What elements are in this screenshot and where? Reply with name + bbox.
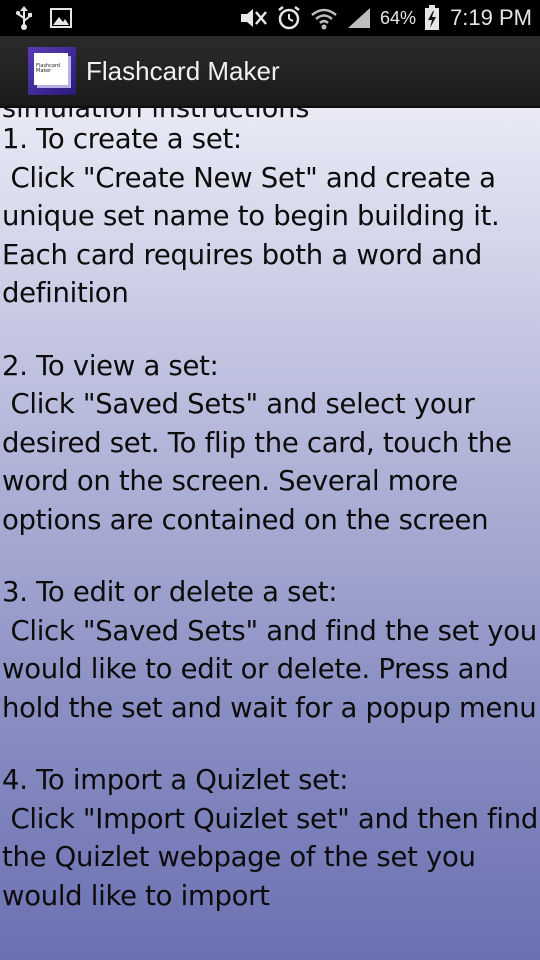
step-heading: 4. To import a Quizlet set: [2, 764, 349, 796]
wifi-icon [310, 6, 338, 30]
status-left [14, 6, 72, 30]
step-body: Click "Saved Sets" and select your desir… [2, 388, 512, 536]
app-title: Flashcard Maker [86, 55, 280, 86]
instructions-list: 1. To create a set: Click "Create New Se… [2, 120, 540, 949]
alarm-icon [276, 5, 302, 31]
clock: 7:19 PM [450, 5, 532, 30]
screen: 64% 7:19 PM Flashcard Maker Flashcard Mak… [0, 0, 540, 960]
action-bar: Flashcard Maker Flashcard Maker [0, 36, 540, 108]
image-icon [50, 8, 72, 28]
signal-icon [346, 6, 372, 30]
mute-icon [238, 6, 268, 30]
step-heading: 3. To edit or delete a set: [2, 576, 338, 608]
flashcard-icon-lettering: Flashcard Maker [36, 63, 61, 74]
status-bar: 64% 7:19 PM [0, 0, 540, 36]
step-import-quizlet: 4. To import a Quizlet set: Click "Impor… [2, 761, 540, 915]
app-icon[interactable]: Flashcard Maker [28, 47, 76, 95]
battery-percent: 64% [380, 7, 417, 28]
battery-charging-icon [424, 5, 440, 31]
status-right: 64% 7:19 PM [238, 5, 532, 31]
step-edit-delete-set: 3. To edit or delete a set: Click "Saved… [2, 573, 540, 727]
step-create-set: 1. To create a set: Click "Create New Se… [2, 120, 540, 313]
step-body: Click "Import Quizlet set" and then find… [2, 802, 539, 912]
step-body: Click "Create New Set" and create a uniq… [2, 161, 500, 310]
step-body: Click "Saved Sets" and find the set you … [2, 614, 537, 724]
step-heading: 1. To create a set: [2, 123, 242, 155]
flashcard-icon: Flashcard Maker [34, 53, 68, 85]
step-heading: 2. To view a set: [2, 349, 219, 382]
step-view-set: 2. To view a set: Click "Saved Sets" and… [2, 347, 540, 540]
usb-icon [14, 6, 34, 30]
instructions-scroll-view[interactable]: simulation instructions 1. To create a s… [0, 108, 540, 960]
